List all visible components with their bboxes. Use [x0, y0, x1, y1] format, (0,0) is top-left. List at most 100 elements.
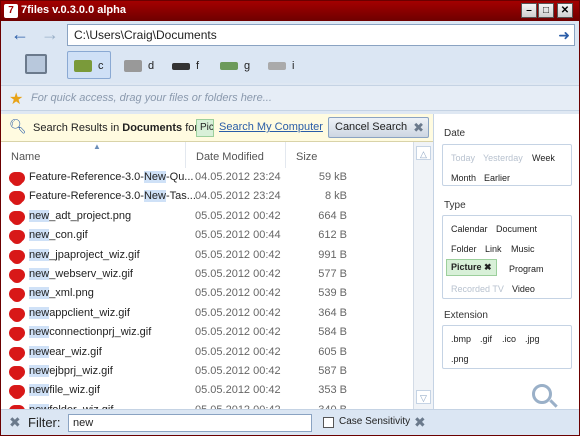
file-size: 353 B — [318, 384, 347, 397]
file-row[interactable]: new_jpaproject_wiz.gif 05.05.2012 00:42 99… — [1, 246, 413, 265]
file-row[interactable]: newappclient_wiz.gif 05.05.2012 00:42 364 … — [1, 304, 413, 323]
drive-icon — [220, 62, 238, 71]
facet-type-link[interactable]: Link — [485, 244, 502, 254]
clear-filter-icon[interactable]: ✖ — [414, 414, 426, 431]
facet-type-calendar[interactable]: Calendar — [451, 224, 488, 234]
file-row[interactable]: newconnectionprj_wiz.gif 05.05.2012 00:42… — [1, 323, 413, 342]
drive-d[interactable]: d — [117, 51, 161, 79]
file-name: Feature-Reference-3.0-New-Qu... — [29, 168, 193, 187]
file-row[interactable]: new_con.gif 05.05.2012 00:44 612 B — [1, 226, 413, 245]
facet-ext-jpg[interactable]: .jpg — [525, 334, 540, 344]
file-icon — [11, 366, 23, 378]
case-sensitivity-checkbox[interactable] — [323, 417, 334, 428]
column-date[interactable]: Date Modified — [185, 142, 287, 168]
go-icon[interactable]: ➜ — [558, 25, 570, 45]
facet-date-earlier[interactable]: Earlier — [484, 173, 510, 183]
file-size: 587 B — [318, 365, 347, 377]
file-name-suffix: _adt_project.png — [49, 209, 132, 222]
facet-type-program[interactable]: Program — [509, 264, 544, 274]
drive-f[interactable]: f — [165, 51, 206, 79]
search-my-computer-link[interactable]: Search My Computer — [219, 121, 323, 133]
facet-type-picture[interactable]: Picture ✖ — [446, 259, 497, 276]
drive-label: i — [292, 60, 295, 72]
close-filter-icon[interactable]: ✖ — [9, 414, 21, 431]
maximize-button[interactable]: □ — [538, 3, 554, 18]
magnifier-icon[interactable] — [532, 384, 552, 404]
drive-i[interactable]: i — [261, 51, 301, 79]
quick-access-bar[interactable]: ★ For quick access, drag your files or f… — [1, 85, 579, 111]
back-icon[interactable]: ← — [9, 24, 31, 46]
search-term-chip[interactable]: Pic — [196, 119, 214, 137]
file-icon — [11, 210, 23, 223]
facet-ext-bmp[interactable]: .bmp — [451, 334, 471, 344]
cancel-search-button[interactable]: Cancel Search ✖ — [328, 117, 429, 138]
file-date: 04.05.2012 23:24 — [195, 190, 281, 203]
cancel-search-label: Cancel Search — [335, 121, 408, 133]
drive-g[interactable]: g — [213, 51, 257, 79]
minimize-button[interactable]: – — [521, 3, 537, 18]
filter-input[interactable]: new — [68, 414, 312, 432]
vertical-scrollbar[interactable]: △ ▽ — [413, 142, 433, 409]
file-icon — [11, 385, 23, 398]
file-name: new_xml.png — [29, 284, 94, 303]
facet-date-yesterday[interactable]: Yesterday — [483, 153, 523, 163]
search-results-text: Search Results in Documents for — [33, 122, 198, 134]
facet-type-recorded-tv[interactable]: Recorded TV — [451, 284, 504, 294]
file-icon — [11, 307, 23, 320]
scroll-down-icon[interactable]: ▽ — [416, 390, 431, 404]
file-row[interactable]: new_webserv_wiz.gif 05.05.2012 00:42 577 B — [1, 265, 413, 284]
file-name-suffix: ejbprj_wiz.gif — [49, 365, 113, 377]
file-name: new_jpaproject_wiz.gif — [29, 246, 140, 265]
scroll-up-icon[interactable]: △ — [416, 146, 431, 160]
file-name-match: new — [29, 365, 50, 377]
file-name-suffix: -Tas... — [165, 190, 196, 203]
file-name-suffix: ear_wiz.gif — [49, 345, 102, 358]
close-button[interactable]: ✕ — [557, 3, 573, 18]
facet-ext-gif[interactable]: .gif — [480, 334, 492, 344]
file-name: newear_wiz.gif — [29, 343, 102, 362]
facet-ext-ico[interactable]: .ico — [502, 334, 516, 344]
file-name-match: new — [29, 345, 50, 358]
file-row[interactable]: Feature-Reference-3.0-New-Tas... 04.05.20… — [1, 187, 413, 206]
search-icon: 🔍︎ — [9, 118, 27, 134]
file-name: newfile_wiz.gif — [29, 381, 100, 400]
drive-c[interactable]: c — [67, 51, 111, 79]
file-row[interactable]: Feature-Reference-3.0-New-Qu... 04.05.201… — [1, 168, 413, 187]
drive-label: c — [98, 60, 104, 72]
facet-ext-png[interactable]: .png — [451, 354, 469, 364]
facet-type-document[interactable]: Document — [496, 224, 537, 234]
address-input[interactable]: C:\Users\Craig\Documents ➜ — [67, 24, 575, 46]
file-row[interactable]: newfile_wiz.gif 05.05.2012 00:42 353 B — [1, 381, 413, 400]
file-date: 05.05.2012 00:42 — [195, 268, 281, 280]
drive-label: d — [148, 60, 155, 72]
file-name-suffix: _webserv_wiz.gif — [49, 268, 133, 280]
file-size: 539 B — [318, 287, 347, 300]
file-row[interactable]: newear_wiz.gif 05.05.2012 00:42 605 B — [1, 343, 413, 362]
quick-access-hint: For quick access, drag your files or fol… — [31, 92, 272, 104]
file-name-prefix: Feature-Reference-3.0- — [29, 190, 144, 203]
drive-bar: c d f g i — [1, 49, 579, 83]
column-name[interactable]: Name — [1, 142, 187, 168]
app-window: 7 7files v.0.3.0.0 alpha – □ ✕ ← → C:\Us… — [0, 0, 580, 436]
file-name-match: new — [29, 326, 50, 339]
file-row[interactable]: new_xml.png 05.05.2012 00:42 539 B — [1, 284, 413, 303]
facet-date-today[interactable]: Today — [451, 153, 475, 163]
file-row[interactable]: new_adt_project.png 05.05.2012 00:42 664 B — [1, 207, 413, 226]
forward-icon[interactable]: → — [39, 24, 61, 46]
column-size[interactable]: Size — [285, 142, 345, 168]
facet-type-music[interactable]: Music — [511, 244, 535, 254]
facet-type-video[interactable]: Video — [512, 284, 535, 294]
file-row[interactable]: newfolder_wiz.gif 05.05.2012 00:42 340 B — [1, 401, 413, 409]
file-row[interactable]: newejbprj_wiz.gif 05.05.2012 00:42 587 B — [1, 362, 413, 381]
file-date: 05.05.2012 00:42 — [195, 365, 281, 377]
file-name-match: New — [143, 190, 166, 203]
facet-date-title: Date — [444, 128, 466, 139]
file-size: 605 B — [318, 345, 347, 358]
file-size: 59 kB — [318, 171, 347, 183]
facet-date-month[interactable]: Month — [451, 173, 476, 183]
file-name-match: new — [29, 268, 50, 280]
remove-icon[interactable]: ✖ — [484, 262, 492, 272]
computer-icon[interactable] — [25, 54, 47, 74]
facet-type-folder[interactable]: Folder — [451, 244, 477, 254]
facet-date-week[interactable]: Week — [532, 153, 555, 163]
